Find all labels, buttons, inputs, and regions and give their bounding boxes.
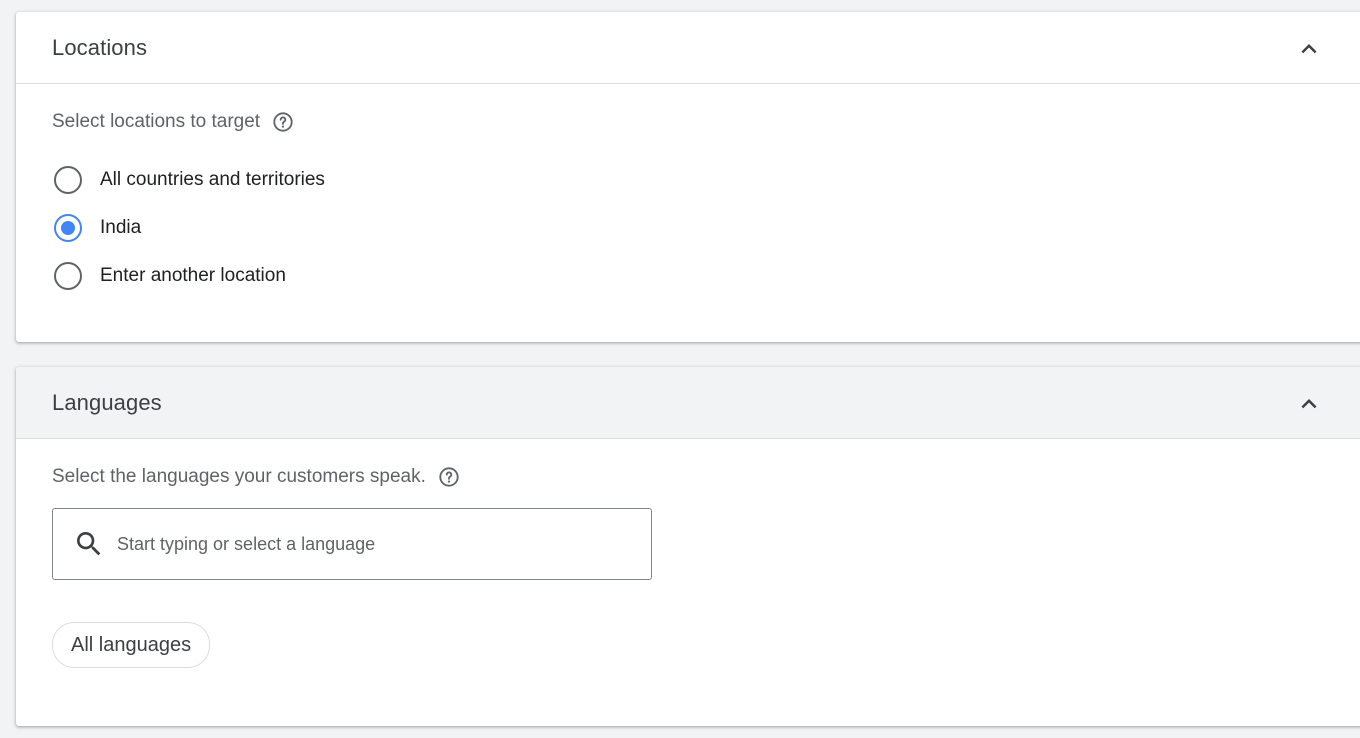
location-option-label: India — [100, 217, 142, 238]
help-icon[interactable] — [438, 466, 460, 488]
language-search-box[interactable] — [52, 508, 652, 580]
languages-card: Languages Select the languages your cust… — [16, 367, 1360, 726]
location-option-all[interactable]: All countries and territories — [54, 163, 325, 197]
language-search-input[interactable] — [115, 532, 639, 556]
chevron-up-icon — [1294, 34, 1324, 64]
locations-card: Locations Select locations to target All… — [16, 12, 1360, 342]
help-icon[interactable] — [272, 111, 294, 133]
search-icon — [73, 528, 105, 560]
radio-india[interactable] — [54, 214, 82, 242]
location-option-label: All countries and territories — [100, 169, 325, 190]
languages-prompt: Select the languages your customers spea… — [52, 466, 426, 487]
languages-collapse-button[interactable] — [1292, 387, 1326, 421]
chevron-up-icon — [1294, 389, 1324, 419]
location-option-other[interactable]: Enter another location — [54, 259, 286, 293]
radio-another-location[interactable] — [54, 262, 82, 290]
languages-prompt-row: Select the languages your customers spea… — [52, 466, 460, 488]
languages-title: Languages — [52, 390, 162, 415]
languages-header[interactable]: Languages — [16, 367, 1360, 439]
locations-header[interactable]: Locations — [16, 12, 1360, 84]
locations-title: Locations — [52, 35, 148, 60]
locations-collapse-button[interactable] — [1292, 32, 1326, 66]
all-languages-chip[interactable]: All languages — [52, 622, 211, 668]
locations-prompt: Select locations to target — [52, 111, 261, 132]
locations-prompt-row: Select locations to target — [52, 111, 294, 133]
location-option-india[interactable]: India — [54, 211, 141, 245]
radio-all-countries[interactable] — [54, 166, 82, 194]
location-option-label: Enter another location — [100, 265, 286, 286]
